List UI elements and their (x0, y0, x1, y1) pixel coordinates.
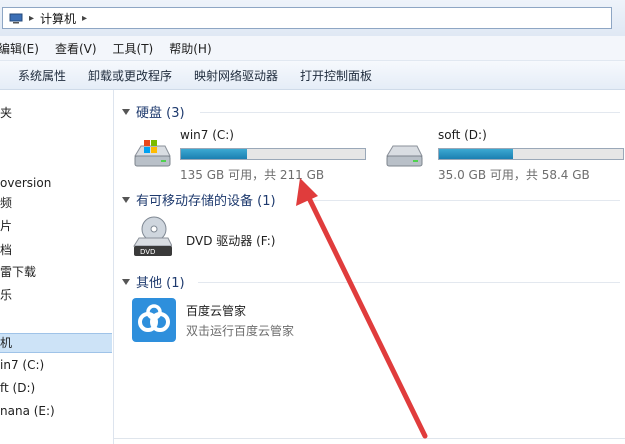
collapse-triangle-icon[interactable] (122, 108, 130, 115)
nav-item-oversion[interactable]: oversion (0, 174, 51, 192)
dvd-drive-icon: DVD (133, 216, 172, 256)
windows-drive-icon (134, 140, 171, 167)
drive-free-space: 35.0 GB 可用，共 58.4 GB (438, 168, 590, 182)
nav-item-videos[interactable]: 频 (0, 194, 12, 212)
address-box[interactable]: ▸ 计算机 ▸ (2, 7, 612, 29)
collapse-triangle-icon[interactable] (122, 196, 130, 203)
group-header-removable[interactable]: 有可移动存储的设备 (1) (122, 190, 276, 209)
baidu-cloud-item[interactable]: 百度云管家 双击运行百度云管家 (132, 298, 372, 348)
group-header-hard-disks[interactable]: 硬盘 (3) (122, 102, 185, 121)
drive-usage-fill (439, 149, 513, 159)
drive-usage-bar (180, 148, 366, 160)
hard-drive-icon (386, 145, 423, 167)
nav-item-favorites[interactable]: 夹 (0, 104, 12, 122)
menu-bar: 编辑(E) 查看(V) 工具(T) 帮助(H) (0, 36, 625, 61)
group-divider (198, 282, 620, 283)
app-title: 百度云管家 (186, 304, 247, 318)
dvd-drive[interactable]: DVD DVD 驱动器 (F:) (132, 216, 332, 262)
nav-item-drive-e[interactable]: nana (E:) (0, 402, 55, 420)
nav-item-drive-d[interactable]: ft (D:) (0, 379, 35, 397)
drive-free-space: 135 GB 可用，共 211 GB (180, 168, 325, 182)
system-properties-button[interactable]: 系统属性 (0, 67, 77, 84)
dvd-drive-name: DVD 驱动器 (F:) (186, 234, 276, 248)
group-title: 其他 (1) (136, 276, 185, 291)
navigation-pane: 夹 oversion 频 片 档 雷下载 乐 机 in7 (C:) ft (D:… (0, 90, 114, 444)
drive-d[interactable]: soft (D:) 35.0 GB 可用，共 58.4 GB (384, 128, 624, 182)
nav-item-pictures[interactable]: 片 (0, 217, 12, 235)
group-title: 有可移动存储的设备 (1) (136, 194, 276, 209)
drive-c[interactable]: win7 (C:) 135 GB 可用，共 211 GB (132, 128, 392, 182)
group-title: 硬盘 (3) (136, 106, 185, 121)
nav-item-drive-c[interactable]: in7 (C:) (0, 356, 44, 374)
uninstall-program-button[interactable]: 卸载或更改程序 (77, 67, 183, 84)
computer-icon (9, 13, 23, 23)
drive-name: soft (D:) (438, 128, 487, 142)
open-control-panel-button[interactable]: 打开控制面板 (289, 67, 383, 84)
nav-item-thunder-downloads[interactable]: 雷下载 (0, 263, 36, 281)
breadcrumb-separator[interactable]: ▸ (82, 13, 87, 24)
drive-usage-fill (181, 149, 248, 159)
group-divider (300, 200, 620, 201)
nav-item-music[interactable]: 乐 (0, 286, 12, 304)
dvd-label: DVD (140, 248, 155, 256)
breadcrumb-separator[interactable]: ▸ (29, 13, 34, 24)
address-bar: ▸ 计算机 ▸ (0, 0, 625, 37)
group-header-other[interactable]: 其他 (1) (122, 272, 185, 291)
collapse-triangle-icon[interactable] (122, 278, 130, 285)
map-network-drive-button[interactable]: 映射网络驱动器 (183, 67, 289, 84)
app-subtitle: 双击运行百度云管家 (186, 324, 295, 338)
baidu-cloud-icon (132, 298, 176, 342)
nav-item-computer[interactable]: 机 (0, 333, 112, 353)
drive-usage-bar (438, 148, 624, 160)
menu-view[interactable]: 查看(V) (47, 40, 105, 57)
status-divider (114, 438, 625, 439)
nav-item-documents[interactable]: 档 (0, 241, 12, 259)
group-divider (200, 112, 620, 113)
menu-edit[interactable]: 编辑(E) (0, 40, 47, 57)
command-toolbar: 系统属性 卸载或更改程序 映射网络驱动器 打开控制面板 (0, 61, 625, 90)
menu-help[interactable]: 帮助(H) (161, 40, 219, 57)
drive-name: win7 (C:) (180, 128, 234, 142)
content-pane: 硬盘 (3) win7 (C:) 135 GB 可用，共 211 GB soft… (114, 90, 625, 444)
menu-tools[interactable]: 工具(T) (105, 40, 162, 57)
breadcrumb-computer[interactable]: 计算机 (40, 10, 76, 27)
